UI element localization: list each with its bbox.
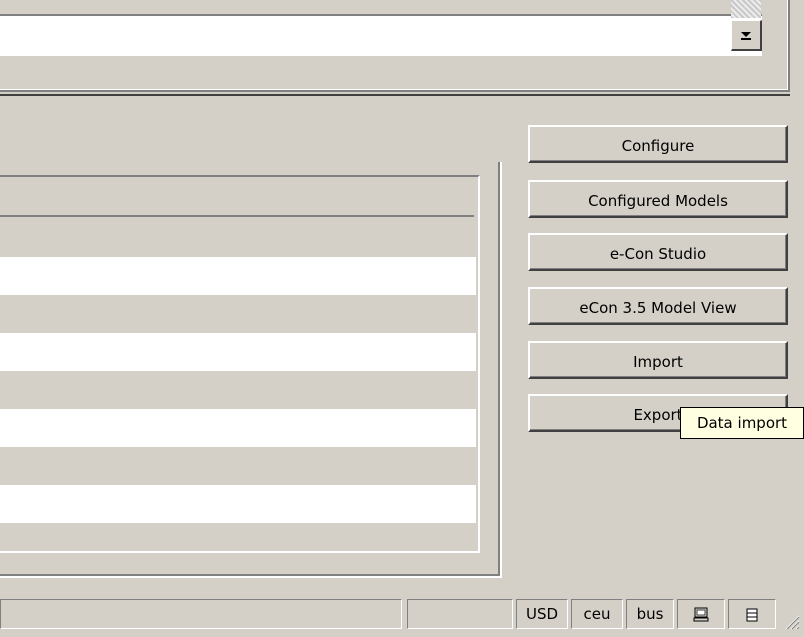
list-row[interactable] — [0, 409, 476, 447]
list-row[interactable] — [0, 295, 476, 333]
status-mode: bus — [626, 599, 674, 629]
configure-button[interactable]: Configure — [528, 125, 788, 163]
status-currency: USD — [516, 599, 568, 629]
chevron-down-icon — [741, 32, 751, 40]
configured-models-button[interactable]: Configured Models — [528, 180, 788, 218]
combo-box-field[interactable] — [0, 14, 762, 56]
status-region: ceu — [571, 599, 623, 629]
list-row[interactable] — [0, 217, 476, 255]
database-icon — [746, 608, 758, 621]
list-row[interactable] — [0, 523, 476, 547]
section-divider — [0, 94, 790, 96]
list-row[interactable] — [0, 333, 476, 371]
computer-icon — [693, 607, 709, 621]
status-pane-secondary — [407, 599, 513, 629]
combo-dropdown-button[interactable] — [731, 20, 762, 51]
scrollbar-track[interactable] — [731, 0, 761, 18]
list-row[interactable] — [0, 485, 476, 523]
econ-studio-button[interactable]: e-Con Studio — [528, 233, 788, 271]
list-row[interactable] — [0, 447, 476, 485]
import-button[interactable]: Import — [528, 341, 788, 379]
status-computer — [677, 599, 725, 629]
status-pane-main — [0, 599, 402, 629]
list-row[interactable] — [0, 371, 476, 409]
resize-grip-icon[interactable] — [782, 612, 800, 630]
status-database — [728, 599, 776, 629]
list-row[interactable] — [0, 257, 476, 295]
econ-model-view-button[interactable]: eCon 3.5 Model View — [528, 287, 788, 325]
tooltip: Data import — [680, 407, 804, 439]
list-column-header[interactable] — [0, 177, 474, 217]
